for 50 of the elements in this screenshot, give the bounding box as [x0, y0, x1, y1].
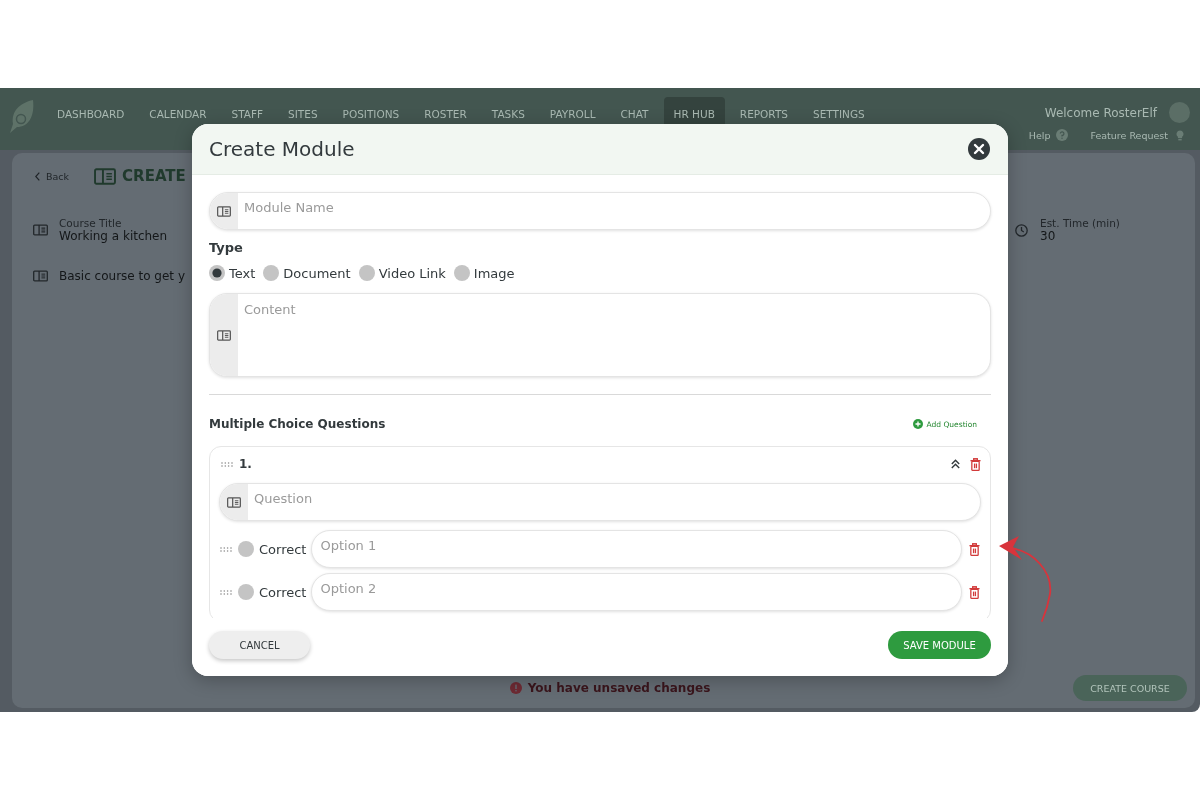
field-label: Est. Time (min): [1040, 217, 1120, 229]
card-icon: [33, 224, 48, 236]
type-radio[interactable]: Document: [263, 265, 351, 281]
card-icon: [217, 205, 231, 217]
card-icon: [94, 167, 117, 185]
description-field[interactable]: Basic course to get y: [59, 269, 185, 283]
option-field[interactable]: Option 2: [312, 574, 961, 610]
type-label: Type: [209, 240, 244, 256]
double-chevron-up-icon[interactable]: [951, 459, 960, 469]
page-title: CREATE: [122, 167, 186, 185]
avatar[interactable]: [1169, 102, 1190, 123]
save-module-button[interactable]: SAVE MODULE: [888, 631, 991, 659]
create-course-button[interactable]: CREATE COURSE: [1073, 675, 1187, 701]
help-link[interactable]: Help: [1028, 129, 1051, 141]
est-time-field[interactable]: 30: [1040, 229, 1120, 243]
plus-icon: [912, 419, 923, 429]
cancel-button[interactable]: CANCEL: [209, 631, 310, 659]
unsaved-notice: You have unsaved changes: [527, 681, 711, 695]
card-icon: [227, 496, 241, 508]
drag-handle-icon[interactable]: [220, 589, 232, 595]
type-radio[interactable]: Image: [453, 265, 515, 281]
back-link[interactable]: Back: [46, 170, 70, 182]
field-label: Course Title: [59, 217, 123, 229]
nav-item[interactable]: DASHBOARD: [47, 97, 135, 131]
leaf-logo[interactable]: [8, 99, 35, 135]
clock-icon: [1015, 223, 1028, 237]
drag-handle-icon[interactable]: [220, 546, 232, 552]
trash-icon[interactable]: [969, 585, 980, 599]
type-radio[interactable]: Video Link: [358, 265, 446, 281]
bulb-icon[interactable]: [1176, 129, 1184, 141]
welcome-text: Welcome RosterElf: [1044, 105, 1157, 120]
option-field[interactable]: Option 1: [312, 531, 961, 567]
alert-icon: [509, 682, 522, 694]
question-number: 1.: [239, 457, 252, 471]
section-heading: Multiple Choice Questions: [209, 417, 386, 431]
drag-handle-icon[interactable]: [221, 461, 233, 467]
card-icon: [33, 270, 48, 282]
feature-request-link[interactable]: Feature Request: [1090, 129, 1168, 141]
trash-icon[interactable]: [969, 542, 980, 556]
type-radio[interactable]: Text: [209, 265, 256, 281]
trash-icon[interactable]: [970, 457, 981, 471]
card-icon: [217, 329, 231, 341]
close-icon[interactable]: [968, 138, 990, 160]
correct-radio[interactable]: Correct: [238, 584, 307, 600]
correct-radio[interactable]: Correct: [238, 541, 307, 557]
chevron-left-icon[interactable]: [35, 171, 40, 181]
course-title-field[interactable]: Working a kitchen: [59, 229, 168, 243]
nav-item[interactable]: CALENDAR: [139, 97, 217, 131]
help-icon[interactable]: [1056, 129, 1069, 141]
dialog-title: Create Module: [209, 137, 355, 161]
